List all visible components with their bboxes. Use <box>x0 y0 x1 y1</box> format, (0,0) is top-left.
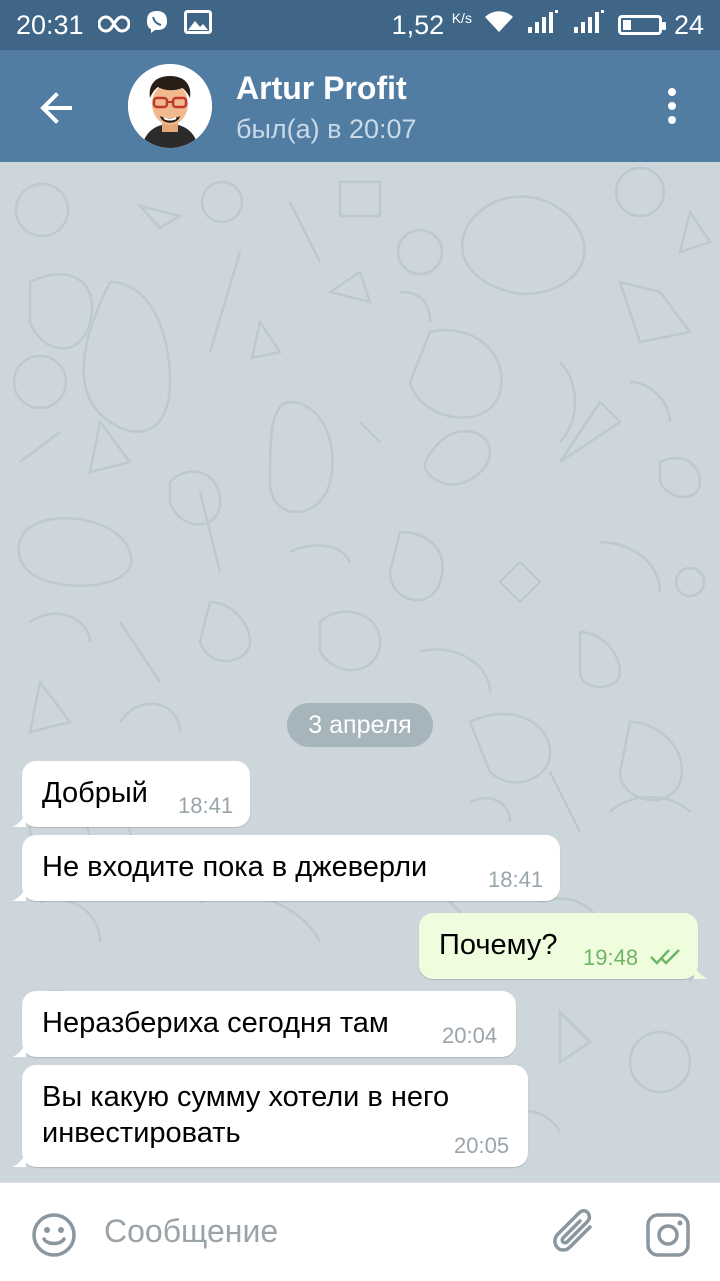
message-text: Добрый <box>42 777 148 809</box>
battery-icon <box>617 15 666 35</box>
message-bubble-incoming[interactable]: Неразбериха сегодня там 20:04 <box>12 991 516 1057</box>
signal-icon <box>572 9 606 42</box>
message-bubble-incoming[interactable]: Добрый 18:41 <box>12 761 250 827</box>
wifi-icon <box>484 10 514 41</box>
message-time: 20:05 <box>454 1133 510 1158</box>
chat-area[interactable]: 3 апреля Добрый 18:41 Не входите пока в … <box>0 162 720 1182</box>
message-bubble-incoming[interactable]: Не входите пока в джеверли 18:41 <box>12 835 560 901</box>
network-speed: 1,52 K/s <box>391 9 472 40</box>
message-composer: Сообщение <box>0 1182 720 1281</box>
message-time: 19:48 <box>583 945 639 970</box>
contact-name[interactable]: Artur Profit <box>236 70 407 107</box>
last-seen-status: был(а) в 20:07 <box>236 114 417 144</box>
double-check-icon <box>650 949 680 965</box>
message-text: Неразбериха сегодня там <box>42 1007 389 1039</box>
battery-percent: 24 <box>673 9 704 40</box>
signal-icon <box>526 9 560 42</box>
paperclip-icon[interactable] <box>552 1209 600 1266</box>
viber-icon <box>144 9 170 42</box>
message-text: Не входите пока в джеверли <box>42 851 428 883</box>
camera-icon[interactable] <box>644 1211 692 1264</box>
status-bar: 20:31 1,52 K/s 24 <box>0 0 720 50</box>
message-text: Почему? <box>439 929 558 961</box>
more-vert-icon[interactable] <box>654 84 690 128</box>
infinity-icon <box>97 10 131 41</box>
status-time: 20:31 <box>16 9 84 40</box>
avatar[interactable] <box>128 64 212 148</box>
emoji-icon[interactable] <box>30 1211 78 1264</box>
message-input[interactable]: Сообщение <box>104 1213 278 1250</box>
message-time: 20:04 <box>442 1023 498 1048</box>
message-bubble-outgoing[interactable]: Почему? 19:48 <box>419 913 708 979</box>
message-time: 18:41 <box>178 793 234 818</box>
message-text: Вы какую сумму хотели в него инвестирова… <box>42 1081 450 1149</box>
chat-header: Artur Profit был(а) в 20:07 <box>0 50 720 162</box>
date-separator: 3 апреля <box>287 703 433 747</box>
message-time: 18:41 <box>488 867 544 892</box>
image-icon <box>183 9 212 41</box>
back-arrow-icon[interactable] <box>34 86 78 130</box>
message-bubble-incoming[interactable]: Вы какую сумму хотели в него инвестирова… <box>12 1065 528 1167</box>
